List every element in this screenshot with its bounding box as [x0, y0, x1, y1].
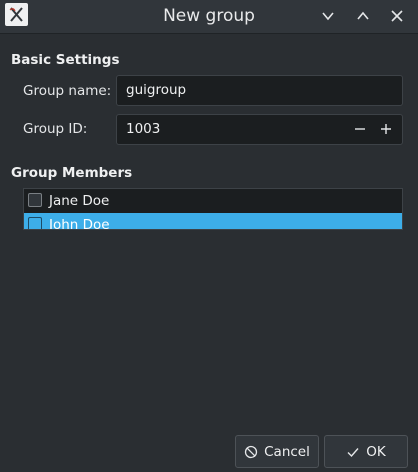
cancel-button[interactable]: Cancel [235, 435, 319, 468]
group-name-label: Group name: [23, 83, 112, 99]
group-id-value: 1003 [126, 121, 161, 137]
group-name-field[interactable]: guigroup [116, 75, 403, 106]
minus-icon [355, 128, 365, 130]
close-button[interactable] [386, 5, 408, 27]
cancel-icon [244, 445, 258, 458]
members-list[interactable]: Jane Doe John Doe [23, 188, 403, 230]
chevron-down-icon [322, 12, 334, 21]
chevron-up-icon [357, 11, 369, 20]
ok-button[interactable]: OK [324, 435, 408, 468]
cancel-label: Cancel [264, 443, 310, 460]
member-name: Jane Doe [49, 193, 110, 209]
plus-icon [381, 124, 391, 134]
maximize-button[interactable] [352, 5, 374, 27]
basic-settings-title: Basic Settings [11, 52, 120, 68]
decrement-button[interactable] [350, 119, 370, 139]
check-icon [347, 447, 359, 457]
list-item[interactable]: Jane Doe [24, 189, 402, 213]
group-name-value: guigroup [126, 82, 187, 98]
group-id-label: Group ID: [23, 121, 88, 137]
member-checkbox[interactable] [28, 217, 42, 229]
member-checkbox[interactable] [28, 193, 42, 207]
increment-button[interactable] [376, 119, 396, 139]
ok-label: OK [366, 443, 386, 460]
member-name: John Doe [49, 217, 110, 230]
list-item[interactable]: John Doe [24, 213, 402, 230]
close-icon [391, 10, 403, 22]
group-id-spinbox[interactable]: 1003 [116, 114, 403, 145]
group-members-title: Group Members [11, 165, 133, 181]
minimize-button[interactable] [317, 5, 339, 27]
title-bar: New group [0, 0, 418, 34]
